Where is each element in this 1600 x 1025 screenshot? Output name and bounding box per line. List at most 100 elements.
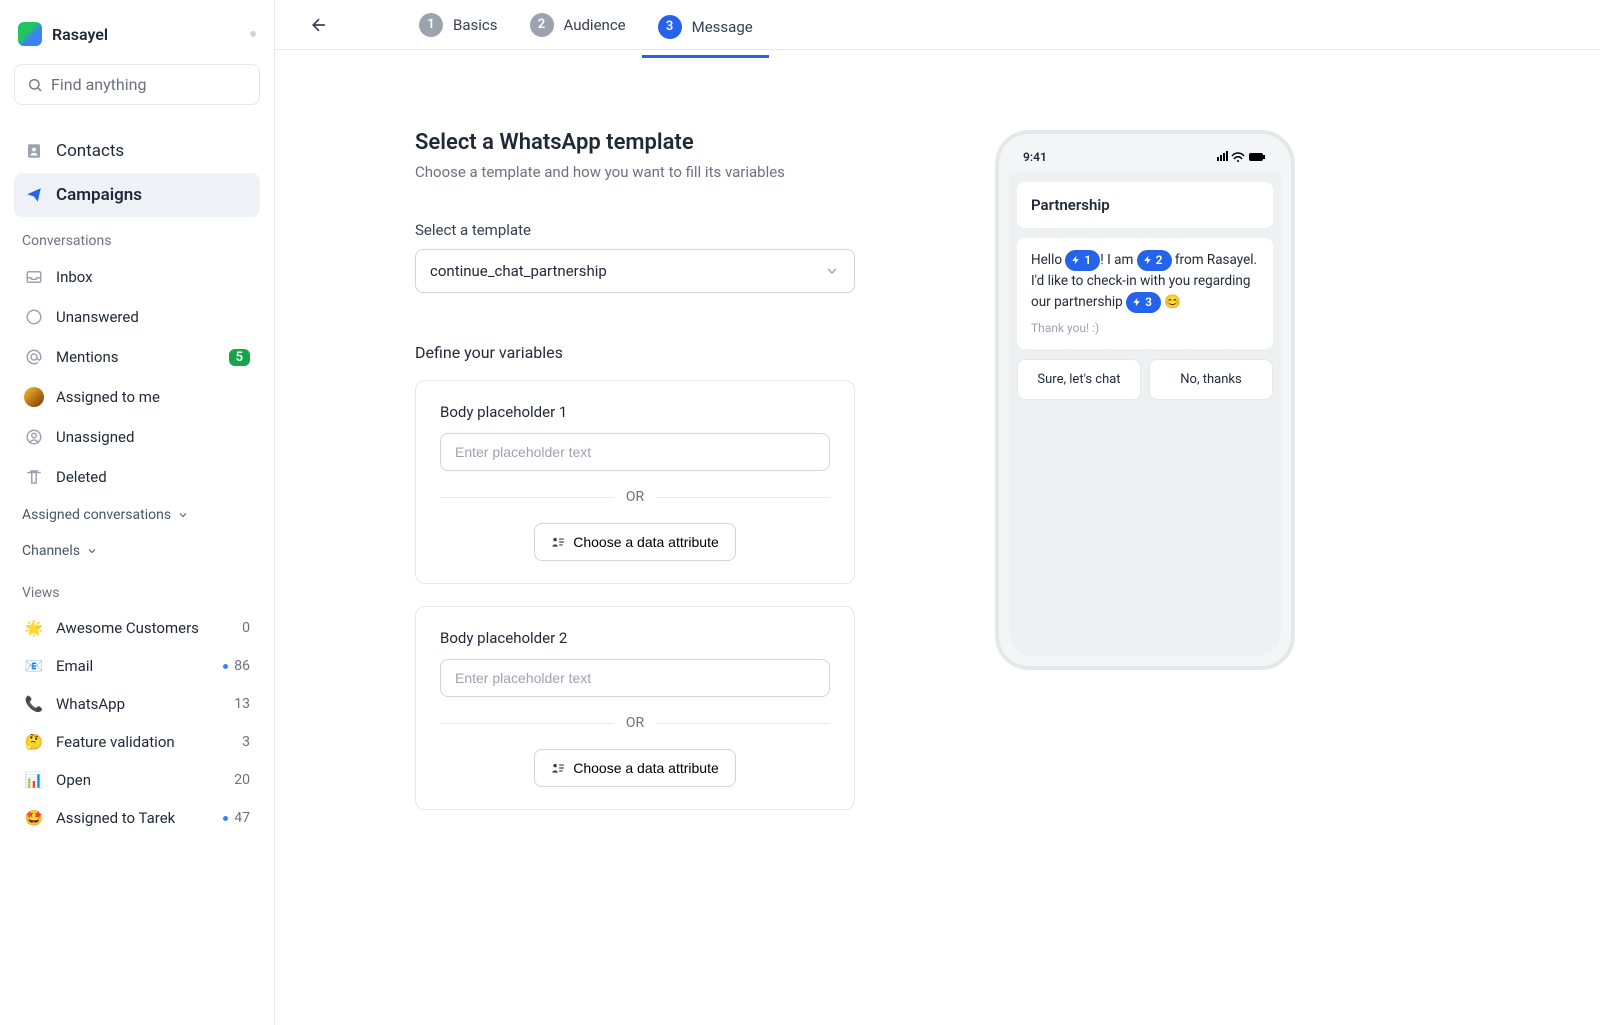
step-label: Message bbox=[692, 18, 753, 36]
select-value: continue_chat_partnership bbox=[430, 262, 607, 280]
back-button[interactable] bbox=[303, 9, 335, 41]
select-template-label: Select a template bbox=[415, 221, 855, 239]
page-subtitle: Choose a template and how you want to fi… bbox=[415, 163, 855, 181]
preview-button-2[interactable]: No, thanks bbox=[1149, 359, 1273, 400]
status-dot bbox=[250, 31, 256, 37]
placeholder-input[interactable] bbox=[440, 433, 830, 471]
expander-label: Channels bbox=[22, 543, 80, 559]
search-input[interactable]: Find anything bbox=[14, 64, 260, 105]
brand-row: Rasayel bbox=[14, 16, 260, 64]
form-column: Select a WhatsApp template Choose a temp… bbox=[415, 130, 855, 985]
view-item[interactable]: 📧 Email 86 bbox=[14, 647, 260, 685]
view-count: 86 bbox=[223, 658, 250, 674]
view-count: 47 bbox=[223, 810, 250, 826]
nav-label: Inbox bbox=[56, 268, 93, 286]
avatar-icon bbox=[24, 387, 44, 407]
nav-label: Unanswered bbox=[56, 308, 139, 326]
nav-deleted[interactable]: Deleted bbox=[14, 457, 260, 497]
view-label: Feature validation bbox=[56, 733, 175, 751]
preview-footer: Thank you! :) bbox=[1031, 319, 1259, 338]
view-item[interactable]: 📞 WhatsApp 13 bbox=[14, 685, 260, 723]
wizard-step-basics[interactable]: 1 Basics bbox=[403, 5, 514, 45]
view-item[interactable]: 🌟 Awesome Customers 0 bbox=[14, 609, 260, 647]
attribute-icon bbox=[551, 761, 565, 775]
nav-unassigned[interactable]: Unassigned bbox=[14, 417, 260, 457]
inbox-icon bbox=[24, 267, 44, 287]
preview-column: 9:41 Partnership Hello 1! I am 2 from Ra… bbox=[995, 130, 1295, 985]
step-label: Audience bbox=[564, 16, 626, 34]
expander-assigned-conversations[interactable]: Assigned conversations bbox=[14, 497, 260, 533]
nav-label: Deleted bbox=[56, 468, 107, 486]
chevron-down-icon bbox=[824, 263, 840, 279]
step-number: 2 bbox=[530, 13, 554, 37]
or-divider: OR bbox=[440, 489, 830, 505]
attribute-icon bbox=[551, 535, 565, 549]
search-placeholder: Find anything bbox=[51, 75, 146, 94]
topbar: 1 Basics2 Audience3 Message bbox=[275, 0, 1600, 50]
contacts-icon bbox=[24, 141, 44, 161]
choose-attribute-button[interactable]: Choose a data attribute bbox=[534, 749, 736, 787]
step-label: Basics bbox=[453, 16, 498, 34]
nav-label: Assigned to me bbox=[56, 388, 160, 406]
view-count: 20 bbox=[234, 772, 250, 788]
expander-label: Assigned conversations bbox=[22, 507, 171, 523]
unanswered-icon bbox=[24, 307, 44, 327]
sidebar: Rasayel Find anything Contacts Campaigns… bbox=[0, 0, 275, 1025]
step-number: 1 bbox=[419, 13, 443, 37]
step-number: 3 bbox=[658, 15, 682, 39]
view-icon: 🤩 bbox=[24, 809, 44, 827]
placeholder-card: Body placeholder 2 OR Choose a data attr… bbox=[415, 606, 855, 810]
variable-pill-3: 3 bbox=[1126, 292, 1161, 313]
view-label: WhatsApp bbox=[56, 695, 125, 713]
phone-status-icons bbox=[1217, 151, 1267, 163]
page-title: Select a WhatsApp template bbox=[415, 130, 855, 155]
variable-pill-1: 1 bbox=[1065, 250, 1100, 271]
unread-dot bbox=[223, 816, 228, 821]
nav-label: Mentions bbox=[56, 348, 118, 366]
preview-button-1[interactable]: Sure, let's chat bbox=[1017, 359, 1141, 400]
nav-campaigns[interactable]: Campaigns bbox=[14, 173, 260, 217]
or-divider: OR bbox=[440, 715, 830, 731]
nav-inbox[interactable]: Inbox bbox=[14, 257, 260, 297]
section-views: Views bbox=[14, 569, 260, 609]
unread-dot bbox=[223, 664, 228, 669]
placeholder-input[interactable] bbox=[440, 659, 830, 697]
expander-channels[interactable]: Channels bbox=[14, 533, 260, 569]
view-item[interactable]: 📊 Open 20 bbox=[14, 761, 260, 799]
choose-attribute-button[interactable]: Choose a data attribute bbox=[534, 523, 736, 561]
brand-logo bbox=[18, 22, 42, 46]
view-icon: 🌟 bbox=[24, 619, 44, 637]
wizard-step-audience[interactable]: 2 Audience bbox=[514, 5, 642, 45]
nav-contacts[interactable]: Contacts bbox=[14, 129, 260, 173]
nav-unanswered[interactable]: Unanswered bbox=[14, 297, 260, 337]
view-count: 13 bbox=[234, 696, 250, 712]
mentions-badge: 5 bbox=[229, 349, 250, 366]
nav-label: Contacts bbox=[56, 141, 124, 161]
brand-name: Rasayel bbox=[52, 25, 108, 44]
placeholder-card: Body placeholder 1 OR Choose a data attr… bbox=[415, 380, 855, 584]
nav-mentions[interactable]: Mentions 5 bbox=[14, 337, 260, 377]
phone-preview: 9:41 Partnership Hello 1! I am 2 from Ra… bbox=[995, 130, 1295, 670]
variable-pill-2: 2 bbox=[1137, 250, 1172, 271]
phone-statusbar: 9:41 bbox=[1009, 148, 1281, 172]
mentions-icon bbox=[24, 347, 44, 367]
nav-label: Unassigned bbox=[56, 428, 134, 446]
card-title: Body placeholder 2 bbox=[440, 629, 830, 647]
template-select[interactable]: continue_chat_partnership bbox=[415, 249, 855, 293]
view-item[interactable]: 🤩 Assigned to Tarek 47 bbox=[14, 799, 260, 837]
trash-icon bbox=[24, 467, 44, 487]
phone-time: 9:41 bbox=[1023, 150, 1047, 164]
preview-header: Partnership bbox=[1017, 182, 1273, 228]
view-item[interactable]: 🤔 Feature validation 3 bbox=[14, 723, 260, 761]
chevron-down-icon bbox=[86, 545, 98, 557]
search-icon bbox=[27, 77, 43, 93]
view-count: 3 bbox=[242, 734, 250, 750]
view-label: Open bbox=[56, 771, 91, 789]
chevron-down-icon bbox=[177, 509, 189, 521]
view-icon: 📞 bbox=[24, 695, 44, 713]
preview-message: Hello 1! I am 2 from Rasayel. I'd like t… bbox=[1017, 238, 1273, 349]
nav-label: Campaigns bbox=[56, 185, 142, 205]
section-conversations: Conversations bbox=[14, 217, 260, 257]
nav-assigned-to-me[interactable]: Assigned to me bbox=[14, 377, 260, 417]
view-count: 0 bbox=[242, 620, 250, 636]
